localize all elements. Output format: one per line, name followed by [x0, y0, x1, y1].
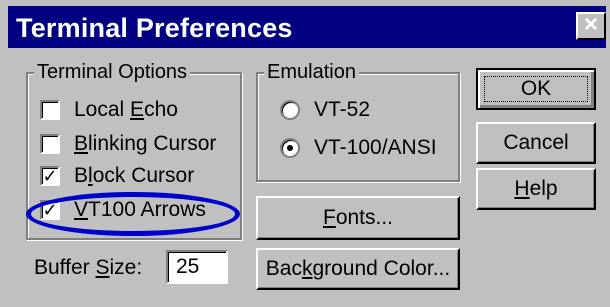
focus-rectangle [484, 76, 588, 102]
highlight-ellipse [26, 192, 240, 236]
vt100-ansi-option[interactable]: VT-100/ANSI [280, 136, 437, 160]
buffer-size-input[interactable] [166, 250, 228, 284]
blinking-cursor-label: Blinking Cursor [74, 132, 217, 155]
local-echo-checkbox[interactable] [40, 100, 60, 120]
terminal-options-label: Terminal Options [34, 60, 191, 84]
emulation-label: Emulation [264, 60, 359, 84]
close-icon: × [583, 11, 598, 38]
local-echo-option[interactable]: Local Echo [40, 98, 178, 122]
terminal-preferences-dialog: Terminal Preferences × Terminal Options … [0, 0, 610, 307]
cancel-label: Cancel [503, 131, 569, 154]
radio-selected-dot [287, 145, 293, 151]
buffer-size-label: Buffer Size: [34, 256, 143, 279]
dialog-title: Terminal Preferences [16, 13, 293, 43]
help-button[interactable]: Help [476, 168, 596, 210]
background-color-label: Background Color... [265, 257, 451, 280]
local-echo-label: Local Echo [74, 98, 178, 121]
help-label: Help [514, 177, 558, 200]
ok-button[interactable]: OK [476, 68, 596, 110]
blinking-cursor-option[interactable]: Blinking Cursor [40, 132, 216, 156]
fonts-button[interactable]: Fonts... [256, 196, 460, 240]
block-cursor-label: Block Cursor [74, 164, 195, 187]
fonts-label: Fonts... [322, 206, 394, 229]
vt52-radio[interactable] [280, 100, 300, 120]
checkmark-icon: ✓ [42, 166, 58, 186]
vt100-ansi-radio[interactable] [280, 138, 300, 158]
emulation-group: Emulation VT-52 VT-100/ANSI [256, 60, 460, 182]
block-cursor-checkbox[interactable]: ✓ [40, 166, 60, 186]
background-color-button[interactable]: Background Color... [256, 248, 460, 290]
blinking-cursor-checkbox[interactable] [40, 134, 60, 154]
block-cursor-option[interactable]: ✓ Block Cursor [40, 164, 194, 188]
vt52-option[interactable]: VT-52 [280, 98, 370, 122]
vt52-label: VT-52 [314, 98, 371, 121]
close-button[interactable]: × [576, 12, 606, 40]
title-bar: Terminal Preferences × [8, 6, 606, 48]
vt100-ansi-label: VT-100/ANSI [314, 136, 437, 159]
cancel-button[interactable]: Cancel [476, 122, 596, 164]
